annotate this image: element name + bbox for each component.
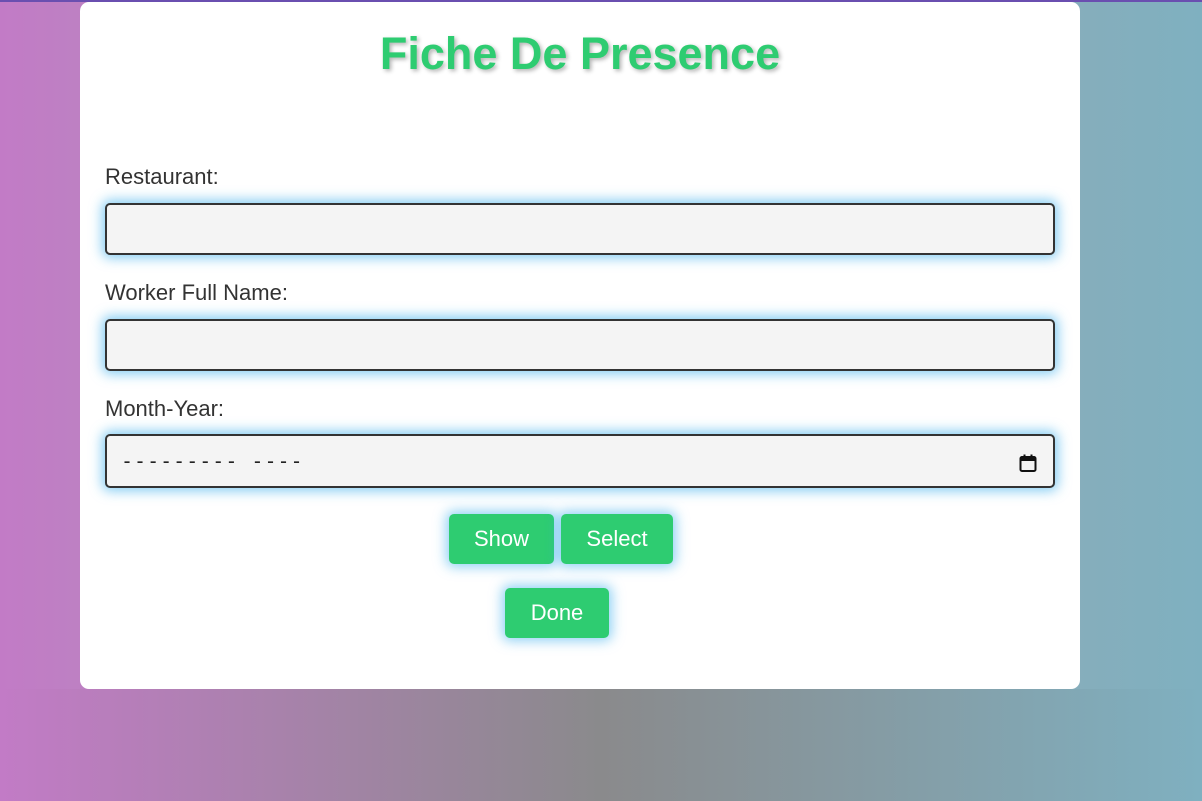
restaurant-input[interactable]: [105, 203, 1055, 255]
month-year-input[interactable]: --------- ----: [105, 434, 1055, 488]
calendar-icon[interactable]: [1019, 452, 1037, 472]
worker-full-name-input[interactable]: [105, 319, 1055, 371]
worker-full-name-label: Worker Full Name:: [105, 280, 288, 305]
page-title: Fiche De Presence: [379, 28, 781, 79]
select-button[interactable]: Select: [561, 514, 673, 564]
done-button[interactable]: Done: [505, 588, 609, 638]
restaurant-label: Restaurant:: [105, 164, 219, 189]
month-year-label: Month-Year:: [105, 396, 225, 421]
month-year-placeholder: --------- ----: [121, 449, 304, 473]
attendance-form-card: Fiche De Presence Restaurant: Worker Ful…: [80, 2, 1080, 689]
show-button[interactable]: Show: [449, 514, 554, 564]
